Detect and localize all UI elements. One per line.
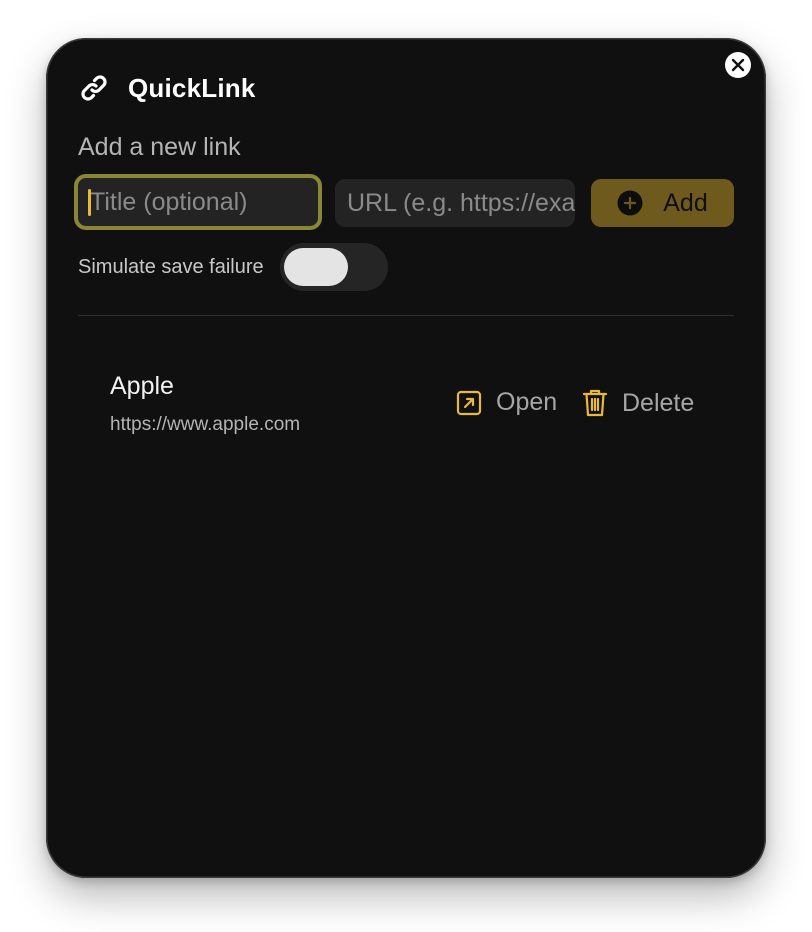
list-item: Apple https://www.apple.com Open Delete — [110, 372, 710, 442]
link-title: Apple — [110, 372, 174, 400]
trash-icon — [582, 389, 608, 417]
add-link-heading: Add a new link — [78, 133, 241, 161]
app-header: QuickLink — [78, 72, 256, 104]
simulate-failure-label: Simulate save failure — [78, 255, 264, 278]
close-icon — [731, 58, 745, 72]
open-label: Open — [496, 388, 558, 416]
url-input[interactable] — [347, 188, 575, 218]
title-input-container — [74, 174, 322, 230]
link-icon — [81, 75, 107, 101]
quicklink-window: QuickLink Add a new link Add Simulate sa… — [46, 38, 766, 878]
url-input-container — [335, 179, 575, 227]
toggle-knob — [283, 248, 348, 286]
divider — [78, 315, 734, 316]
simulate-failure-row: Simulate save failure — [78, 243, 388, 291]
text-caret — [88, 189, 91, 216]
title-input[interactable] — [78, 187, 318, 217]
delete-button[interactable]: Delete — [582, 388, 694, 418]
simulate-failure-toggle[interactable] — [279, 243, 388, 291]
open-button[interactable]: Open — [456, 388, 557, 417]
open-external-icon — [456, 390, 482, 415]
add-button[interactable]: Add — [591, 179, 734, 227]
link-url: https://www.apple.com — [110, 414, 301, 435]
delete-label: Delete — [622, 388, 695, 417]
close-button[interactable] — [725, 52, 751, 78]
plus-circle-icon — [617, 190, 643, 216]
app-title: QuickLink — [128, 72, 256, 103]
add-button-label: Add — [663, 188, 708, 217]
